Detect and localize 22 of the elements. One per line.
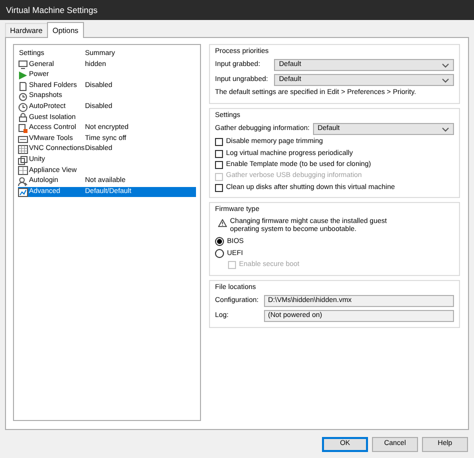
- grid-icon: [18, 166, 28, 176]
- user-icon: [18, 176, 28, 186]
- checkbox[interactable]: [215, 184, 223, 192]
- chevron-down-icon: [442, 78, 449, 83]
- lock-icon: [18, 113, 28, 122]
- warning-icon: [218, 218, 227, 227]
- chart-icon: [18, 188, 28, 197]
- play-icon: [18, 70, 28, 80]
- windows-icon: [18, 156, 28, 165]
- chevron-down-icon: [442, 62, 449, 68]
- checkbox[interactable]: [215, 161, 223, 170]
- document-lock-icon: [18, 124, 28, 133]
- window-title: Virtual Machine Settings: [6, 4, 98, 16]
- clock-icon: [18, 102, 28, 112]
- clock-icon: [18, 92, 28, 102]
- checkbox[interactable]: [215, 138, 223, 146]
- radio-button[interactable]: [215, 249, 224, 258]
- checkbox[interactable]: [215, 150, 223, 158]
- grid-icon: [18, 145, 28, 154]
- chevron-down-icon: [442, 126, 449, 132]
- monitor-icon: [18, 60, 28, 70]
- radio-button[interactable]: [215, 237, 224, 246]
